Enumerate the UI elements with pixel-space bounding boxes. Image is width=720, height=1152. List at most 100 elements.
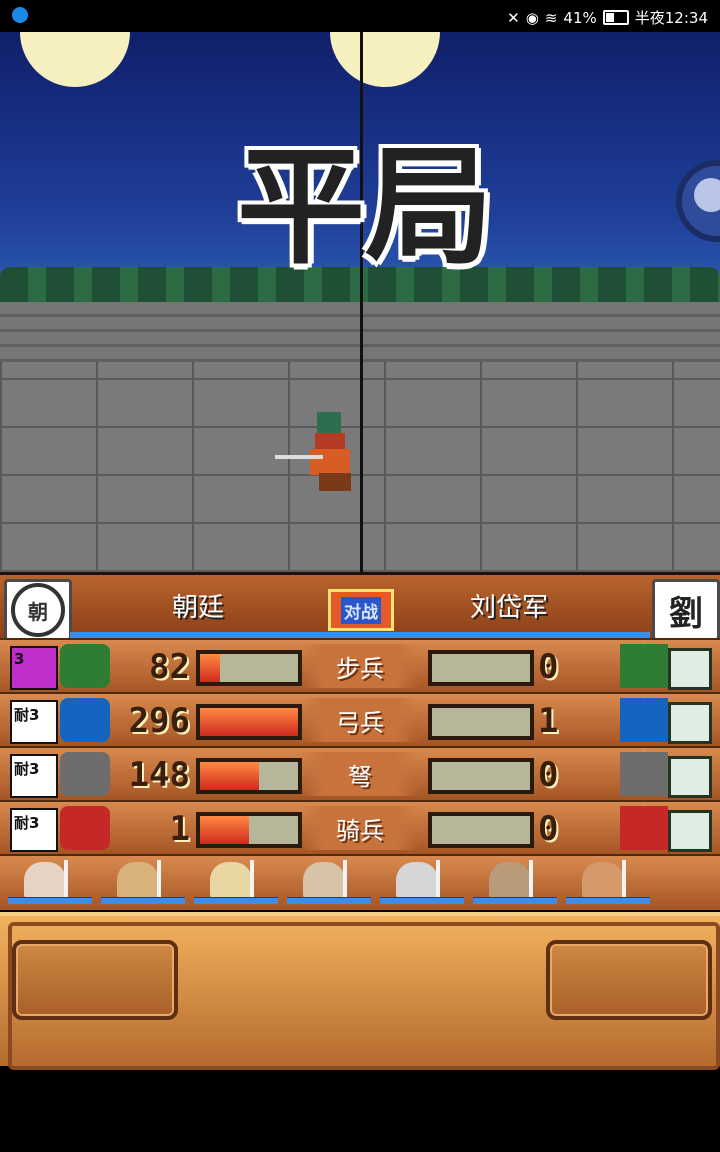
enemy-unit-bar [428,650,534,686]
battle-result: 平局 [200,127,530,287]
ally-unit-fill [200,708,298,736]
unit-row: 耐3 148 弩 0 ★ [0,746,720,800]
right-control-button[interactable] [546,940,712,1020]
enemy-unit-icon [620,698,668,742]
left-crest-label: 朝 [28,599,48,624]
general-hp-bar [101,897,185,904]
enemy-unit-bar [428,758,534,794]
portrait-7 [566,860,650,904]
ally-unit-fill [200,654,220,682]
enemy-unit-bar [428,812,534,848]
unit-type: 弓兵 [300,698,420,742]
portrait-5 [380,860,464,904]
status-icons: ✕ ◉ ≋ 41% 半夜12:34 [507,7,708,28]
rank-label: 耐3 [14,706,40,724]
ally-unit-bar [196,650,302,686]
rank-label: 耐3 [14,814,40,832]
enemy-unit-count: 0 [538,809,559,849]
unit-row: 3 82 步兵 0 ★ [0,638,720,692]
battle-scene: 平局 [0,32,720,572]
enemy-status-box [668,756,712,798]
ally-unit-bar [196,812,302,848]
enemy-status-box [668,810,712,852]
unit-type: 弩 [300,752,420,796]
ally-unit-icon [60,698,110,742]
enemy-unit-count: 0 [538,755,559,795]
general-face [582,862,624,900]
rank-icon: 耐3 [10,700,58,744]
general-weapon [157,860,179,898]
general-hp-bar [287,897,371,904]
portrait-6 [473,860,557,904]
ally-unit-count: 148 [128,755,190,795]
general-weapon [64,860,86,898]
general-weapon [250,860,272,898]
right-crest: 劉 [652,579,720,641]
enemy-status-box [668,648,712,690]
general-weapon [343,860,365,898]
general-hp-bar [473,897,557,904]
general-face [210,862,252,900]
portrait-4 [287,860,371,904]
unit-type: 骑兵 [300,806,420,850]
mute-icon: ✕ [507,8,520,27]
right-team-name: 刘岱军 [470,593,549,623]
general-hp-bar [566,897,650,904]
rank-label: 耐3 [14,760,40,778]
rank-label: 3 [14,650,25,668]
app-icon [12,7,28,23]
clock: 半夜12:34 [634,9,708,27]
enemy-unit-bar [428,704,534,740]
general-face [24,862,66,900]
general-face [489,862,531,900]
general-portrait-row [0,854,720,910]
unit-row: 耐3 296 弓兵 1 ★ [0,692,720,746]
general-hp-bar [8,897,92,904]
vs-badge: 对战 [328,589,394,631]
general-weapon [436,860,458,898]
ally-unit-count: 82 [149,647,190,687]
portrait-3 [194,860,278,904]
ally-unit-icon [60,644,110,688]
general-face [303,862,345,900]
bottom-control-bar [0,912,720,1070]
unit-type: 步兵 [300,644,420,688]
left-crest: 朝 [4,579,72,641]
enemy-status-box [668,702,712,744]
left-control-button[interactable] [12,940,178,1020]
general-weapon [529,860,551,898]
general-hp-bar [380,897,464,904]
soldier-sprite [275,412,351,491]
ally-unit-fill [200,762,259,790]
vs-label: 对战 [341,596,381,624]
battle-header: 朝 朝廷 对战 刘岱军 劉 [0,572,720,642]
eye-icon: ◉ [525,8,539,27]
enemy-unit-icon [620,752,668,796]
ally-unit-bar [196,704,302,740]
wifi-icon: ≋ [544,8,558,27]
battery-percent: 41% [563,8,597,27]
portrait-2 [101,860,185,904]
battery-icon [602,10,629,25]
general-weapon [622,860,644,898]
enemy-unit-icon [620,644,668,688]
general-face [117,862,159,900]
rank-icon: 耐3 [10,808,58,852]
ally-unit-bar [196,758,302,794]
ally-unit-fill [200,816,249,844]
enemy-unit-count: 0 [538,647,559,687]
rank-icon: 耐3 [10,754,58,798]
rank-icon: 3 [10,646,58,690]
ally-unit-count: 1 [169,809,190,849]
ally-unit-count: 296 [128,701,190,741]
portrait-1 [8,860,92,904]
status-bar: ✕ ◉ ≋ 41% 半夜12:34 [0,0,720,32]
enemy-unit-count: 1 [538,701,559,741]
ally-unit-icon [60,752,110,796]
left-team-name: 朝廷 [172,593,225,623]
result-text: 平局 [236,132,493,282]
unit-row: 耐3 1 骑兵 0 ★ [0,800,720,854]
general-face [396,862,438,900]
enemy-unit-icon [620,806,668,850]
ally-unit-icon [60,806,110,850]
